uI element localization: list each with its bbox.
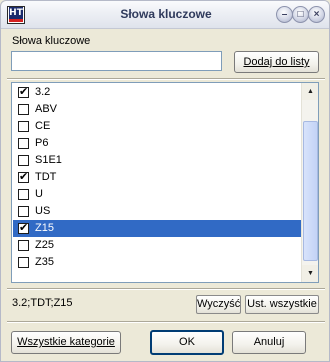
cancel-button[interactable]: Anuluj bbox=[232, 331, 306, 354]
checkmark-icon: ✔ bbox=[19, 86, 29, 98]
add-to-list-label: Dodaj do listy bbox=[243, 56, 310, 68]
keyword-input[interactable] bbox=[11, 51, 222, 71]
list-item-label: 3.2 bbox=[35, 86, 51, 98]
list-item[interactable]: P6 bbox=[13, 135, 302, 152]
divider-top bbox=[7, 78, 325, 80]
list-item-selected[interactable]: ✔ Z15 bbox=[13, 220, 302, 237]
all-categories-button[interactable]: Wszystkie kategorie bbox=[11, 331, 121, 354]
list-item[interactable]: ABV bbox=[13, 101, 302, 118]
all-categories-label: Wszystkie kategorie bbox=[17, 336, 115, 348]
list-item-label: U bbox=[35, 188, 43, 200]
minimize-icon: – bbox=[281, 9, 288, 20]
checkmark-icon: ✔ bbox=[19, 222, 29, 234]
list-item-label: US bbox=[35, 205, 51, 217]
dialog-window: HT Słowa kluczowe – □ × Słowa kluczowe D… bbox=[0, 0, 330, 362]
clear-button[interactable]: Wyczyść bbox=[196, 295, 241, 314]
checkbox[interactable] bbox=[18, 138, 29, 149]
checkbox[interactable]: ✔ bbox=[18, 222, 29, 234]
checkbox[interactable]: ✔ bbox=[18, 171, 29, 183]
checkbox[interactable] bbox=[18, 104, 29, 115]
arrow-down-icon: ▼ bbox=[307, 270, 314, 277]
list-item[interactable]: Z25 bbox=[13, 237, 302, 254]
checkbox[interactable] bbox=[18, 240, 29, 251]
list-item-label: Z25 bbox=[35, 239, 54, 251]
divider-bottom bbox=[7, 321, 325, 323]
list-item-label: CE bbox=[35, 120, 51, 132]
maximize-icon: □ bbox=[297, 9, 304, 20]
list-item-label: Z35 bbox=[35, 256, 54, 268]
maximize-button[interactable]: □ bbox=[292, 6, 309, 23]
list-item[interactable]: U bbox=[13, 186, 302, 203]
scroll-thumb[interactable] bbox=[303, 121, 318, 261]
list-item-label: P6 bbox=[35, 137, 49, 149]
list-item[interactable]: CE bbox=[13, 118, 302, 135]
checkbox[interactable] bbox=[18, 121, 29, 132]
list-item-label: TDT bbox=[35, 171, 57, 183]
add-to-list-button[interactable]: Dodaj do listy bbox=[234, 51, 319, 73]
keyword-list[interactable]: ✔ 3.2 ABV CE P6 S1E1 ✔ TDT U US ✔ Z15 Z2… bbox=[11, 82, 319, 283]
vertical-scrollbar[interactable]: ▲ ▼ bbox=[301, 83, 318, 282]
select-all-button[interactable]: Ust. wszystkie bbox=[245, 295, 319, 314]
scroll-down-button[interactable]: ▼ bbox=[302, 265, 318, 282]
list-item[interactable]: ✔ 3.2 bbox=[13, 84, 302, 101]
list-item-label: ABV bbox=[35, 103, 58, 115]
selected-keywords-summary: 3.2;TDT;Z15 bbox=[11, 295, 194, 313]
ok-button[interactable]: OK bbox=[150, 330, 224, 355]
checkbox[interactable] bbox=[18, 189, 29, 200]
checkbox[interactable]: ✔ bbox=[18, 86, 29, 98]
arrow-up-icon: ▲ bbox=[307, 88, 314, 95]
checkmark-icon: ✔ bbox=[19, 171, 29, 183]
checkbox[interactable] bbox=[18, 206, 29, 217]
list-item[interactable]: S1E1 bbox=[13, 152, 302, 169]
title-bar[interactable]: HT Słowa kluczowe – □ × bbox=[1, 1, 329, 29]
list-item-label: Z15 bbox=[35, 222, 54, 234]
list-item[interactable]: US bbox=[13, 203, 302, 220]
divider-middle bbox=[7, 288, 325, 290]
close-button[interactable]: × bbox=[308, 6, 325, 23]
scroll-up-button[interactable]: ▲ bbox=[302, 83, 318, 100]
keyword-label: Słowa kluczowe bbox=[12, 35, 91, 47]
list-item[interactable]: ✔ TDT bbox=[13, 169, 302, 186]
list-item[interactable]: Z35 bbox=[13, 254, 302, 271]
checkbox[interactable] bbox=[18, 155, 29, 166]
list-item-label: S1E1 bbox=[35, 154, 62, 166]
close-icon: × bbox=[313, 9, 320, 20]
checkbox[interactable] bbox=[18, 257, 29, 268]
minimize-button[interactable]: – bbox=[276, 6, 293, 23]
